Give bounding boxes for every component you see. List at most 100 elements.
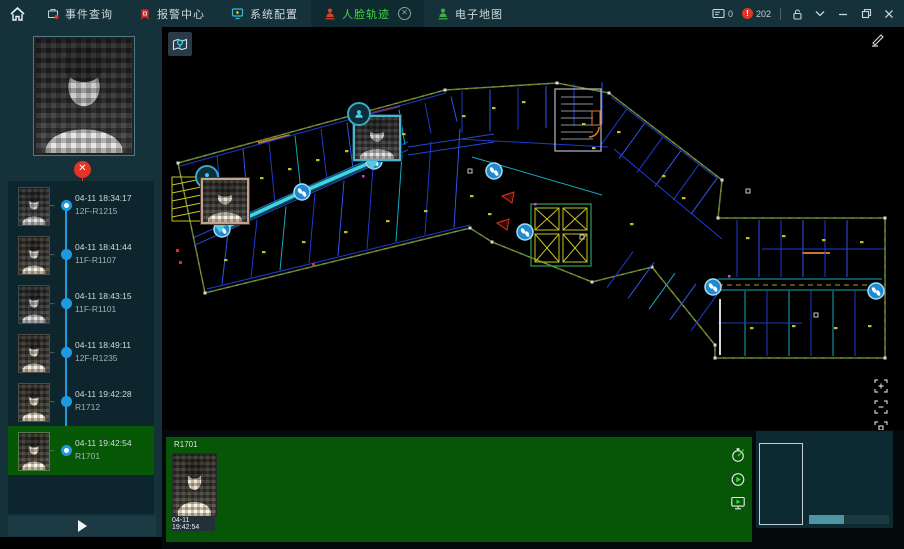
minimize-button[interactable] [836, 7, 850, 21]
trajectory-marker[interactable] [705, 279, 721, 295]
briefcase-icon [47, 7, 59, 20]
timeline-time: 04-11 19:42:28 [75, 389, 132, 399]
close-button[interactable] [882, 7, 896, 21]
popup-tail [366, 161, 378, 170]
message-count: 0 [728, 9, 733, 19]
timeline-text: 04-11 18:34:1712F-R1215 [75, 193, 132, 216]
timeline-text: 04-11 19:42:54 R1701 [75, 438, 132, 461]
face-thumbnail [18, 334, 50, 373]
connector-dash: – [50, 201, 54, 210]
timeline-time: 04-11 18:34:17 [75, 193, 132, 203]
divider [780, 8, 781, 20]
timeline-item[interactable]: –04-11 19:42:28R1712 [8, 377, 154, 426]
application-window: 事件查询 报警中心 系统配置 [0, 0, 904, 549]
map-zoom-controls [874, 379, 888, 435]
remove-target-button[interactable]: ✕ [74, 161, 91, 178]
alert-counter[interactable]: ! 202 [742, 8, 771, 19]
capture-time: 04-11 19:42:54 [172, 517, 215, 531]
pixelated-portrait [36, 39, 132, 153]
timeline-text: 04-11 18:49:1112F-R1235 [75, 340, 131, 363]
timeline-text: 04-11 18:43:1511F-R1101 [75, 291, 132, 314]
play-trajectory-button[interactable] [8, 516, 156, 536]
tab-label: 报警中心 [157, 6, 205, 22]
minimize-icon [838, 9, 848, 19]
tab-label: 电子地图 [455, 6, 503, 22]
zoom-in-icon[interactable] [874, 379, 888, 393]
timeline-item[interactable]: – 04-11 18:43:1511F-R1101 [8, 279, 154, 328]
trajectory-marker[interactable] [868, 283, 884, 299]
replay-icon[interactable] [730, 471, 746, 487]
face-thumbnail [18, 285, 50, 324]
map-face-popup[interactable] [201, 178, 247, 233]
timeline-item[interactable]: – 04-11 18:34:1712F-R1215 [8, 181, 154, 230]
tab-bar: 事件查询 报警中心 系统配置 [34, 0, 516, 27]
timeline-node [61, 298, 72, 309]
home-button[interactable] [0, 7, 34, 21]
collapse-button[interactable] [813, 7, 827, 21]
target-face-photo [33, 36, 135, 156]
alert-count-icon: ! [742, 8, 753, 19]
face-thumbnail [18, 432, 50, 471]
progress-fill [809, 515, 844, 524]
bottom-strip: R1701 04-11 19:42:54 [162, 430, 904, 549]
alarm-icon [139, 7, 151, 20]
trajectory-timeline: – 04-11 18:34:1712F-R1215 – 04-11 18:41:44 1… [8, 181, 154, 514]
map-layers-button[interactable] [168, 32, 192, 56]
timeline-location: R1712 [75, 402, 132, 412]
message-count-icon [712, 8, 725, 20]
timeline-location: 11F-R1107 [75, 255, 132, 265]
tab-label: 系统配置 [250, 6, 298, 22]
timeline-text: 04-11 18:41:44 11F-R1107 [75, 242, 132, 265]
timeline-item[interactable]: –04-11 19:42:54R1701 [8, 426, 154, 475]
popup-tail [214, 224, 226, 233]
close-icon [884, 9, 894, 19]
tab-label: 人脸轨迹 [342, 6, 390, 22]
monitor-icon [231, 7, 244, 20]
popup-face-photo [201, 178, 249, 224]
tab-event-query[interactable]: 事件查询 [34, 0, 126, 27]
trajectory-marker[interactable] [294, 184, 310, 200]
close-tab-icon[interactable]: ✕ [398, 7, 411, 20]
progress-bar[interactable] [809, 515, 889, 524]
timeline-node [61, 396, 72, 407]
timeline-location: 12F-R1235 [75, 353, 131, 363]
map-face-popup[interactable] [353, 115, 399, 170]
timeline-node [61, 249, 72, 260]
restore-icon [861, 8, 872, 19]
timeline-time: 04-11 18:41:44 [75, 242, 132, 252]
video-play-icon[interactable] [730, 495, 746, 511]
map-person-icon [437, 7, 449, 20]
connector-dash: – [50, 250, 54, 259]
face-track-icon [324, 7, 336, 20]
alert-count: 202 [756, 9, 771, 19]
timeline-time: 04-11 19:42:54 [75, 438, 132, 448]
pen-tool-button[interactable] [870, 32, 886, 48]
timeline-item[interactable]: – 04-11 18:41:44 11F-R1107 [8, 230, 154, 279]
tab-alarm-center[interactable]: 报警中心 [126, 0, 218, 27]
floor-plan-map[interactable] [162, 27, 904, 430]
tab-system-config[interactable]: 系统配置 [218, 0, 311, 27]
play-icon [78, 520, 87, 532]
timeline-node [61, 200, 72, 211]
message-counter[interactable]: 0 [712, 8, 733, 20]
timeline-item[interactable]: – 04-11 18:49:1112F-R1235 [8, 328, 154, 377]
map-pin-button-icon [172, 36, 188, 52]
capture-thumbnail[interactable]: 04-11 19:42:54 [172, 453, 215, 531]
timeline-location: R1701 [75, 451, 132, 461]
trajectory-marker[interactable] [517, 224, 533, 240]
zoom-out-icon[interactable] [874, 400, 888, 414]
connector-dash: – [50, 299, 54, 308]
tab-face-trajectory[interactable]: 人脸轨迹 ✕ [311, 0, 424, 27]
connector-dash: – [50, 348, 54, 357]
face-thumbnail [18, 236, 50, 275]
tab-electronic-map[interactable]: 电子地图 [424, 0, 516, 27]
lock-button[interactable] [790, 7, 804, 21]
face-thumbnail [18, 187, 50, 226]
timeline-text: 04-11 19:42:28 R1712 [75, 389, 132, 412]
timer-icon[interactable] [730, 447, 746, 463]
restore-button[interactable] [859, 7, 873, 21]
capture-face-photo [172, 453, 217, 517]
preview-placeholder [759, 443, 803, 525]
trajectory-marker[interactable] [486, 163, 502, 179]
person-badge-icon [347, 102, 371, 126]
